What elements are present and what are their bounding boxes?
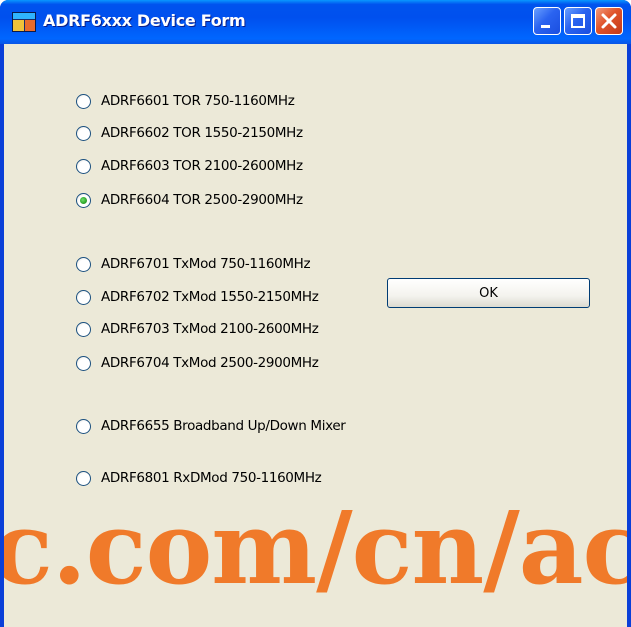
radio-button[interactable]: [76, 470, 91, 486]
radio-label: ADRF6704 TxMod 2500-2900MHz: [101, 355, 319, 371]
form-client-area: ADRF6601 TOR 750-1160MHz ADRF6602 TOR 15…: [4, 44, 627, 627]
watermark-text: c.com/cn/ac: [4, 489, 627, 607]
close-icon: [601, 13, 617, 29]
radio-adrf6601[interactable]: ADRF6601 TOR 750-1160MHz: [76, 91, 295, 111]
minimize-button[interactable]: [533, 7, 561, 35]
ok-button[interactable]: OK: [387, 278, 590, 308]
radio-button[interactable]: [76, 93, 91, 109]
window-title: ADRF6xxx Device Form: [43, 11, 246, 30]
radio-label: ADRF6604 TOR 2500-2900MHz: [101, 192, 303, 208]
app-form-icon[interactable]: [12, 12, 36, 32]
radio-button[interactable]: [76, 125, 91, 141]
radio-label: ADRF6601 TOR 750-1160MHz: [101, 93, 295, 109]
maximize-icon: [571, 14, 585, 28]
radio-label: ADRF6801 RxDMod 750-1160MHz: [101, 470, 322, 486]
radio-adrf6603[interactable]: ADRF6603 TOR 2100-2600MHz: [76, 156, 303, 176]
radio-button[interactable]: [76, 321, 91, 337]
radio-label: ADRF6702 TxMod 1550-2150MHz: [101, 289, 319, 305]
device-form-window: ADRF6xxx Device Form ADRF6601 TOR 750-11…: [0, 0, 631, 627]
radio-adrf6655[interactable]: ADRF6655 Broadband Up/Down Mixer: [76, 416, 346, 436]
radio-adrf6702[interactable]: ADRF6702 TxMod 1550-2150MHz: [76, 287, 319, 307]
radio-label: ADRF6602 TOR 1550-2150MHz: [101, 125, 303, 141]
radio-button[interactable]: [76, 158, 91, 174]
radio-button[interactable]: [76, 355, 91, 371]
radio-label: ADRF6701 TxMod 750-1160MHz: [101, 256, 311, 272]
radio-label: ADRF6703 TxMod 2100-2600MHz: [101, 321, 319, 337]
radio-label: ADRF6655 Broadband Up/Down Mixer: [101, 418, 346, 434]
radio-button-selected[interactable]: [76, 192, 91, 208]
radio-adrf6801[interactable]: ADRF6801 RxDMod 750-1160MHz: [76, 468, 322, 488]
minimize-icon: [541, 25, 550, 28]
radio-adrf6604[interactable]: ADRF6604 TOR 2500-2900MHz: [76, 190, 303, 210]
radio-adrf6602[interactable]: ADRF6602 TOR 1550-2150MHz: [76, 123, 303, 143]
radio-button[interactable]: [76, 256, 91, 272]
title-bar[interactable]: ADRF6xxx Device Form: [0, 0, 631, 44]
maximize-button[interactable]: [564, 7, 592, 35]
close-button[interactable]: [595, 7, 623, 35]
radio-adrf6701[interactable]: ADRF6701 TxMod 750-1160MHz: [76, 254, 311, 274]
radio-button[interactable]: [76, 418, 91, 434]
radio-button[interactable]: [76, 289, 91, 305]
radio-adrf6703[interactable]: ADRF6703 TxMod 2100-2600MHz: [76, 319, 319, 339]
radio-label: ADRF6603 TOR 2100-2600MHz: [101, 158, 303, 174]
radio-adrf6704[interactable]: ADRF6704 TxMod 2500-2900MHz: [76, 353, 319, 373]
